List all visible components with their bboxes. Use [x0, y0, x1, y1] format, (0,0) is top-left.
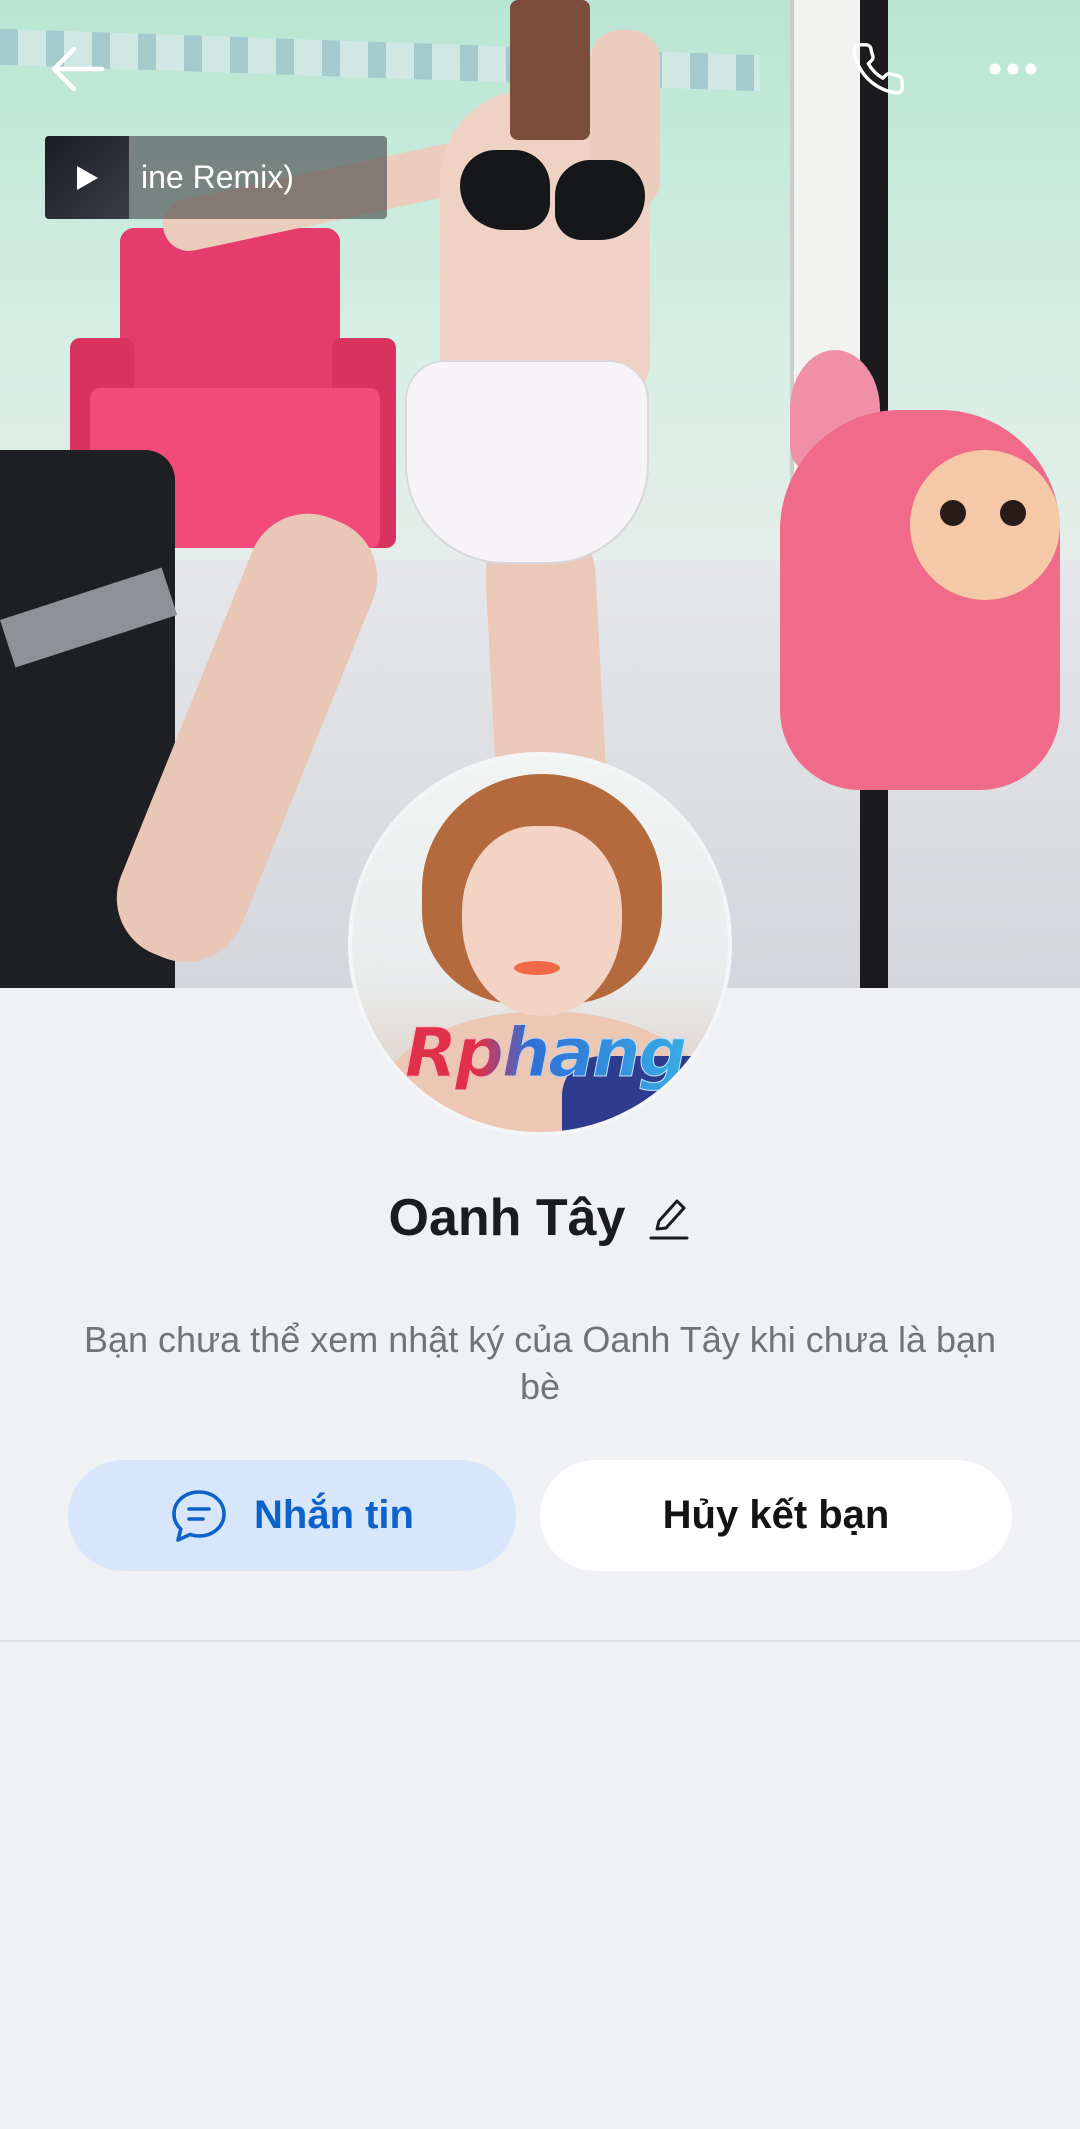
play-icon — [77, 165, 98, 190]
arrow-left-icon — [51, 46, 105, 92]
diary-privacy-notice: Bạn chưa thể xem nhật ký của Oanh Tây kh… — [83, 1319, 997, 1407]
music-title: ine Remix) — [141, 159, 294, 195]
chat-bubble-icon — [172, 1489, 226, 1542]
profile-music-player[interactable]: ine Remix) — [45, 136, 387, 219]
phone-icon — [852, 43, 904, 95]
unfriend-button[interactable]: Hủy kết bạn — [540, 1460, 1012, 1571]
profile-name-row: Oanh Tây — [0, 1178, 1080, 1258]
edit-name-button[interactable] — [647, 1193, 691, 1243]
more-horizontal-icon — [989, 63, 1037, 75]
call-button[interactable] — [833, 24, 923, 114]
back-button[interactable] — [33, 24, 123, 114]
message-button-label: Nhắn tin — [254, 1493, 414, 1537]
avatar-watermark: Rphang — [380, 1014, 710, 1094]
section-divider — [0, 1640, 1080, 1642]
profile-name: Oanh Tây — [388, 1189, 626, 1247]
unfriend-button-label: Hủy kết bạn — [662, 1493, 890, 1537]
message-button[interactable]: Nhắn tin — [68, 1460, 516, 1571]
more-button[interactable] — [968, 24, 1058, 114]
avatar[interactable]: Rphang — [348, 752, 732, 1136]
music-thumbnail[interactable] — [45, 136, 129, 219]
cover-dragon-decoration — [760, 330, 1080, 850]
pencil-icon — [649, 1199, 689, 1240]
